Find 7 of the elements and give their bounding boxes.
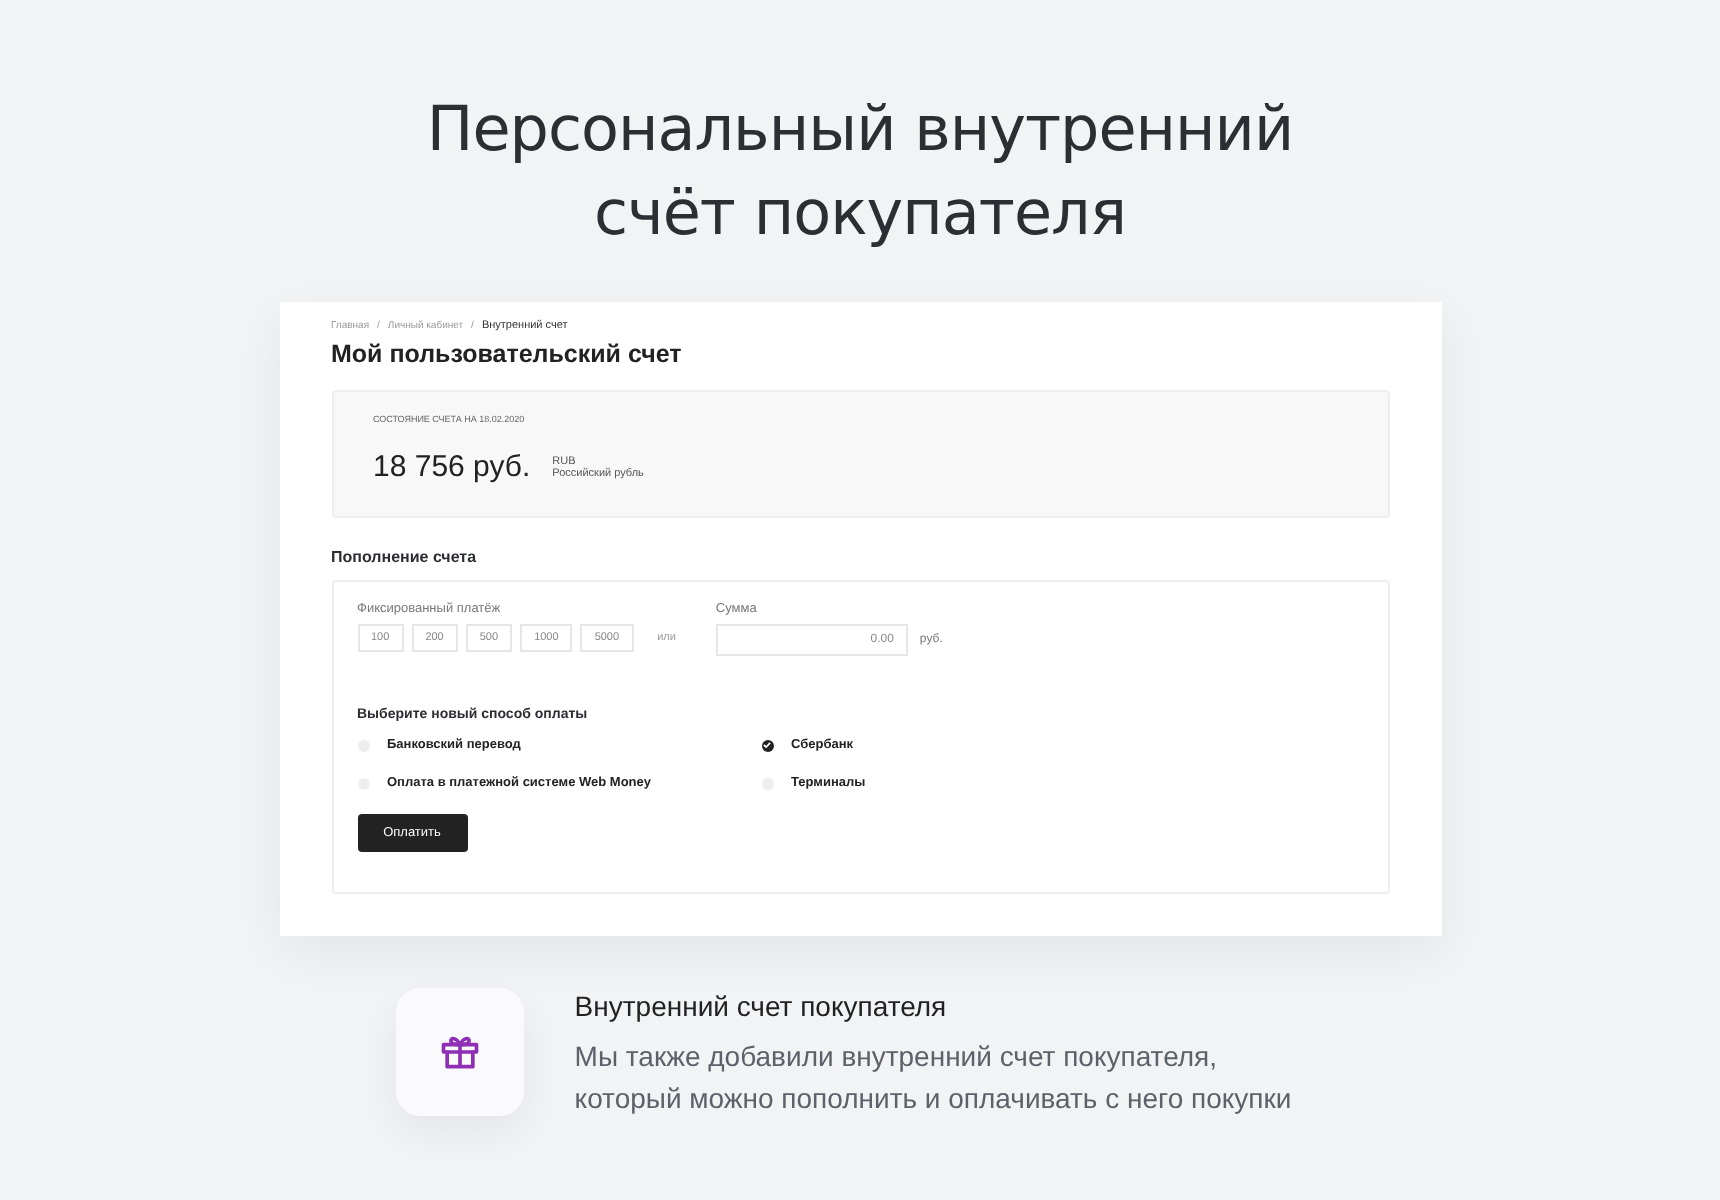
- headline: Персональный внутренний счёт покупателя: [426, 92, 1294, 254]
- page-title: Мой пользовательский счет: [331, 340, 684, 368]
- section-title: Пополнение счета: [331, 548, 479, 566]
- balance-amount: 18 756 руб.: [373, 450, 531, 484]
- feature-title: Внутренний счет покупателя: [574, 990, 949, 1022]
- checked-radio[interactable]: [761, 739, 773, 751]
- feature-description: Мы также добавили внутренний счет покупателя, который можно пополнить и оплачивать с него покупки: [574, 1038, 1292, 1118]
